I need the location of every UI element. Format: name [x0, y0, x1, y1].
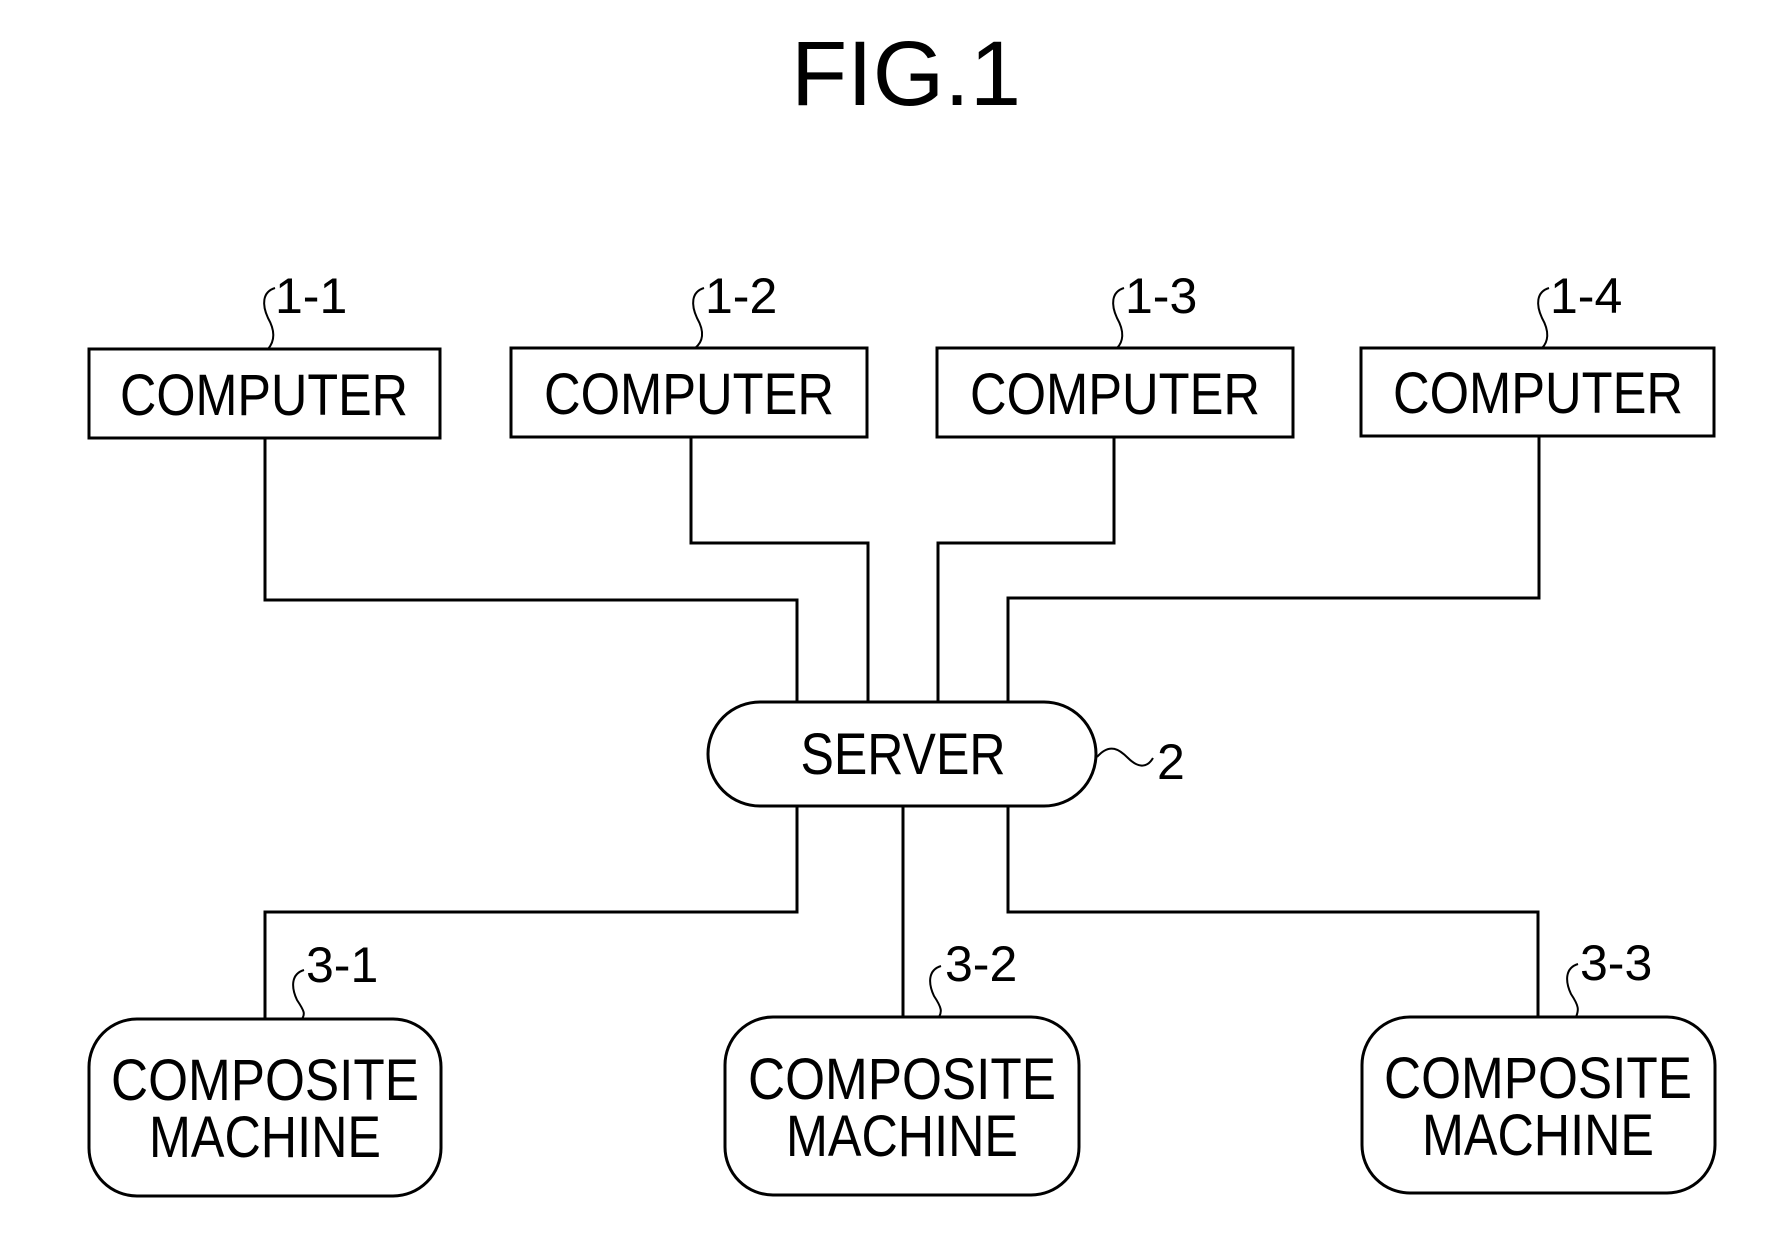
reference-numeral: 1-4	[1550, 268, 1622, 324]
reference-numeral: 3-1	[306, 937, 378, 993]
server-label: SERVER	[801, 722, 1006, 787]
computer-node: COMPUTER 1-3	[935, 268, 1295, 439]
computer-node: COMPUTER 1-1	[87, 268, 442, 440]
computer-label: COMPUTER	[544, 362, 834, 427]
reference-leader	[1112, 287, 1125, 349]
reference-numeral: 1-3	[1125, 268, 1197, 324]
computer-label: COMPUTER	[970, 362, 1260, 427]
composite-machine-label-line2: MACHINE	[149, 1105, 381, 1170]
reference-numeral: 2	[1157, 734, 1185, 790]
reference-numeral: 1-2	[705, 268, 777, 324]
reference-numeral: 3-2	[945, 936, 1017, 992]
computer-label: COMPUTER	[1393, 361, 1683, 426]
computer-node: COMPUTER 1-4	[1359, 268, 1716, 438]
wire-computer-1-3-to-server	[936, 437, 1116, 702]
wire-computer-1-1-to-server	[263, 438, 799, 702]
computer-node: COMPUTER 1-2	[509, 268, 869, 439]
wire-server-to-machine-3-3	[1006, 806, 1540, 1017]
reference-numeral: 3-3	[1580, 935, 1652, 991]
server-node: SERVER 2	[706, 700, 1185, 808]
reference-leader	[929, 965, 942, 1018]
composite-machine-label-line2: MACHINE	[1422, 1103, 1654, 1168]
figure-title: FIG.1	[791, 23, 1021, 125]
network-diagram: FIG.1 COMPUTER 1-1 COMPUTER 1-2 COMPUTER…	[87, 23, 1717, 1198]
reference-leader	[692, 287, 705, 349]
reference-leader	[1096, 747, 1154, 767]
reference-numeral: 1-1	[275, 268, 347, 324]
reference-leader	[292, 969, 305, 1020]
wire-computer-1-4-to-server	[1006, 436, 1541, 702]
reference-leader	[263, 287, 276, 350]
composite-machine-label-line1: COMPOSITE	[748, 1047, 1056, 1112]
reference-leader	[1537, 287, 1550, 349]
composite-machine-label-line1: COMPOSITE	[111, 1048, 419, 1113]
composite-machine-label-line1: COMPOSITE	[1384, 1046, 1692, 1111]
computer-label: COMPUTER	[120, 363, 408, 428]
reference-leader	[1566, 963, 1579, 1018]
wire-computer-1-2-to-server	[689, 437, 870, 702]
composite-machine-label-line2: MACHINE	[786, 1104, 1018, 1169]
